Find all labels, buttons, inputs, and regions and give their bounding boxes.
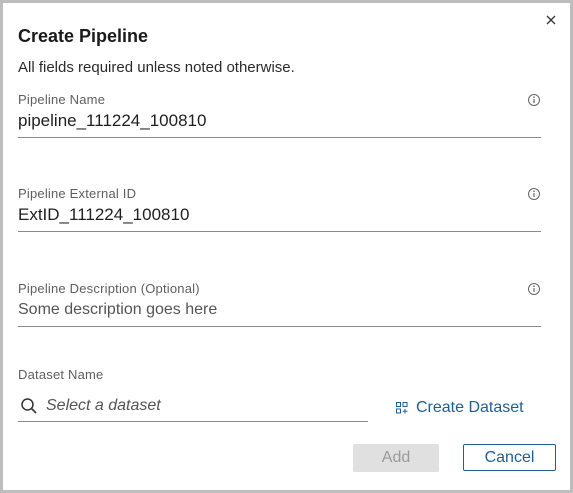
add-button[interactable]: Add — [353, 444, 439, 472]
create-dataset-link[interactable]: Create Dataset — [396, 399, 524, 417]
pipeline-name-label: Pipeline Name — [18, 92, 106, 107]
info-icon[interactable] — [527, 187, 541, 201]
cancel-button[interactable]: Cancel — [463, 444, 556, 471]
dataset-field: Dataset Name Select a dataset Create Dat… — [18, 367, 573, 422]
close-button[interactable] — [542, 11, 560, 29]
external-id-label: Pipeline External ID — [18, 186, 137, 201]
description-label: Pipeline Description (Optional) — [18, 281, 200, 296]
create-dataset-label: Create Dataset — [416, 399, 524, 416]
create-pipeline-dialog: Create Pipeline All fields required unle… — [0, 0, 573, 493]
dialog-title: Create Pipeline — [18, 26, 149, 46]
dataset-search-input[interactable]: Select a dataset — [18, 391, 368, 422]
pipeline-name-input[interactable]: pipeline_111224_100810 — [18, 111, 541, 138]
dataset-grid-icon — [396, 402, 408, 414]
info-icon[interactable] — [527, 282, 541, 296]
close-icon — [546, 15, 556, 25]
dataset-placeholder: Select a dataset — [46, 397, 161, 414]
description-input[interactable]: Some description goes here — [18, 300, 541, 327]
search-icon — [21, 398, 37, 414]
dialog-subtitle: All fields required unless noted otherwi… — [18, 59, 295, 76]
external-id-input[interactable]: ExtID_111224_100810 — [18, 205, 541, 232]
description-field: Pipeline Description (Optional) Some des… — [18, 281, 541, 327]
info-icon[interactable] — [527, 93, 541, 107]
external-id-field: Pipeline External ID ExtID_111224_100810 — [18, 186, 541, 232]
dataset-label: Dataset Name — [18, 367, 104, 382]
pipeline-name-field: Pipeline Name pipeline_111224_100810 — [18, 92, 541, 138]
